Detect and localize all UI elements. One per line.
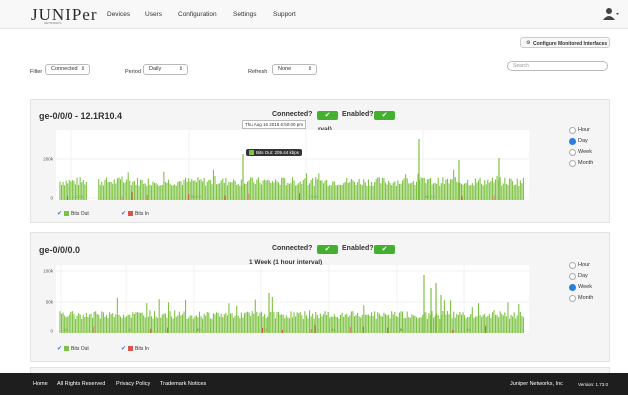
bits-in-swatch — [128, 346, 134, 352]
radio-dot — [569, 284, 576, 291]
nav-users[interactable]: Users — [145, 11, 162, 18]
radio-hour[interactable]: Hour — [569, 262, 590, 269]
period-label: Period — [125, 69, 141, 75]
radio-dot — [569, 262, 576, 269]
checkmark-icon: ✔ — [121, 211, 127, 217]
filter-value: Connected — [51, 66, 78, 72]
gear-icon: ⚙ — [526, 40, 531, 46]
radio-label: Hour — [578, 262, 590, 268]
radio-label: Week — [578, 149, 592, 155]
legend-bits-out[interactable]: ✔ Bits Out — [57, 210, 89, 217]
nav-settings[interactable]: Settings — [233, 11, 257, 18]
interface-panel-ge-0-0-0: ge-0/0/0 - 12.1R10.4 Connected? ✔ Enable… — [30, 99, 610, 223]
footer-privacy-link[interactable]: Privacy Policy — [116, 381, 150, 387]
legend-bits-in[interactable]: ✔ Bits In — [121, 345, 149, 352]
checkmark-icon: ✔ — [57, 346, 63, 352]
enabled-label: Enabled? — [342, 111, 374, 118]
radio-dot — [569, 149, 576, 156]
radio-month[interactable]: Month — [569, 160, 594, 167]
legend-label: Bits Out — [71, 211, 89, 217]
period-select[interactable]: Daily ⇕ — [143, 64, 188, 75]
refresh-select[interactable]: None ⇕ — [272, 64, 317, 75]
legend-bits-out[interactable]: ✔ Bits Out — [57, 345, 89, 352]
radio-month[interactable]: Month — [569, 295, 594, 302]
nav-configuration[interactable]: Configuration — [178, 11, 217, 18]
bits-out-swatch — [64, 211, 70, 217]
select-arrows-icon: ⇕ — [178, 66, 183, 72]
radio-label: Week — [578, 284, 592, 290]
radio-dot — [569, 138, 576, 145]
traffic-chart-day[interactable]: 200k012:0006:0012:0006:00 — [31, 130, 561, 204]
bits-out-swatch — [64, 346, 70, 352]
top-navbar: JUNIPer NETWORKS Devices Users Configura… — [0, 0, 628, 29]
connected-check-icon: ✔ — [317, 111, 338, 120]
connected-check-icon: ✔ — [317, 245, 338, 254]
enabled-label: Enabled? — [342, 245, 374, 252]
radio-label: Hour — [578, 127, 590, 133]
footer-rights-text: All Rights Reserved — [57, 381, 106, 387]
checkmark-icon: ✔ — [121, 346, 127, 352]
connected-label: Connected? — [272, 111, 313, 118]
radio-dot — [569, 295, 576, 302]
radio-dot — [569, 127, 576, 134]
radio-day[interactable]: Day — [569, 138, 588, 145]
bits-out-swatch — [249, 150, 254, 156]
select-arrows-icon: ⇕ — [80, 66, 85, 72]
radio-day[interactable]: Day — [569, 273, 588, 280]
legend-label: Bits In — [135, 211, 149, 217]
bits-in-swatch — [128, 211, 134, 217]
search-input[interactable]: Search — [507, 61, 608, 71]
y-tick-label: 200k — [43, 157, 54, 162]
footer-trademark-link[interactable]: Trademark Notices — [160, 381, 206, 387]
radio-dot — [569, 273, 576, 280]
footer-home-link[interactable]: Home — [33, 381, 48, 387]
filter-label: Filter — [30, 69, 43, 75]
configure-monitored-interfaces-button[interactable]: ⚙ Configure Monitored Interfaces — [520, 37, 610, 48]
footer-company: Juniper Networks, Inc — [510, 381, 563, 387]
legend-bits-in[interactable]: ✔ Bits In — [121, 210, 149, 217]
tooltip-value-text: Bits Out: 209.44 kbps — [256, 150, 300, 155]
enabled-check-icon: ✔ — [374, 245, 395, 254]
radio-dot — [569, 160, 576, 167]
enabled-check-icon: ✔ — [374, 111, 395, 120]
refresh-label: Refresh — [248, 69, 268, 75]
configure-button-label: Configure Monitored Interfaces — [533, 40, 608, 47]
checkmark-icon: ✔ — [57, 211, 63, 217]
user-menu-icon[interactable] — [603, 7, 619, 21]
logo-subtitle: NETWORKS — [44, 21, 62, 25]
y-tick-label: 0 — [50, 329, 53, 334]
period-value: Daily — [149, 66, 162, 72]
refresh-value: None — [278, 66, 292, 72]
y-tick-label: 50k — [46, 300, 54, 305]
interface-panel-ge-0-0-0-0: ge-0/0/0.0 Connected? ✔ Enabled? ✔ 1 Wee… — [30, 232, 610, 362]
tooltip-value: Bits Out: 209.44 kbps — [246, 149, 303, 157]
panel-title: ge-0/0/0 - 12.1R10.4 — [39, 111, 123, 121]
radio-label: Month — [578, 295, 594, 301]
footer-version: Version: 1.73.0 — [578, 381, 609, 387]
legend-label: Bits Out — [71, 346, 89, 352]
radio-hour[interactable]: Hour — [569, 127, 590, 134]
filter-select[interactable]: Connected ⇕ — [45, 64, 90, 75]
nav-support[interactable]: Support — [273, 11, 296, 18]
y-tick-label: 100k — [43, 269, 54, 274]
radio-label: Day — [578, 138, 588, 144]
tooltip-date: Thu Aug 16 2018 6:50:00 pm — [242, 120, 307, 129]
radio-week[interactable]: Week — [569, 284, 592, 291]
connected-label: Connected? — [272, 245, 313, 252]
radio-label: Day — [578, 273, 588, 279]
radio-label: Month — [578, 160, 594, 166]
panel-title: ge-0/0/0.0 — [39, 245, 81, 255]
nav-devices[interactable]: Devices — [107, 11, 130, 18]
y-tick-label: 0 — [50, 196, 53, 201]
footer: Home All Rights Reserved Privacy Policy … — [0, 373, 628, 395]
select-arrows-icon: ⇕ — [307, 66, 312, 72]
traffic-chart-week[interactable]: 100k50k010111213141516 — [31, 265, 561, 337]
juniper-logo[interactable]: JUNIPer — [31, 5, 98, 25]
radio-week[interactable]: Week — [569, 149, 592, 156]
legend-label: Bits In — [135, 346, 149, 352]
